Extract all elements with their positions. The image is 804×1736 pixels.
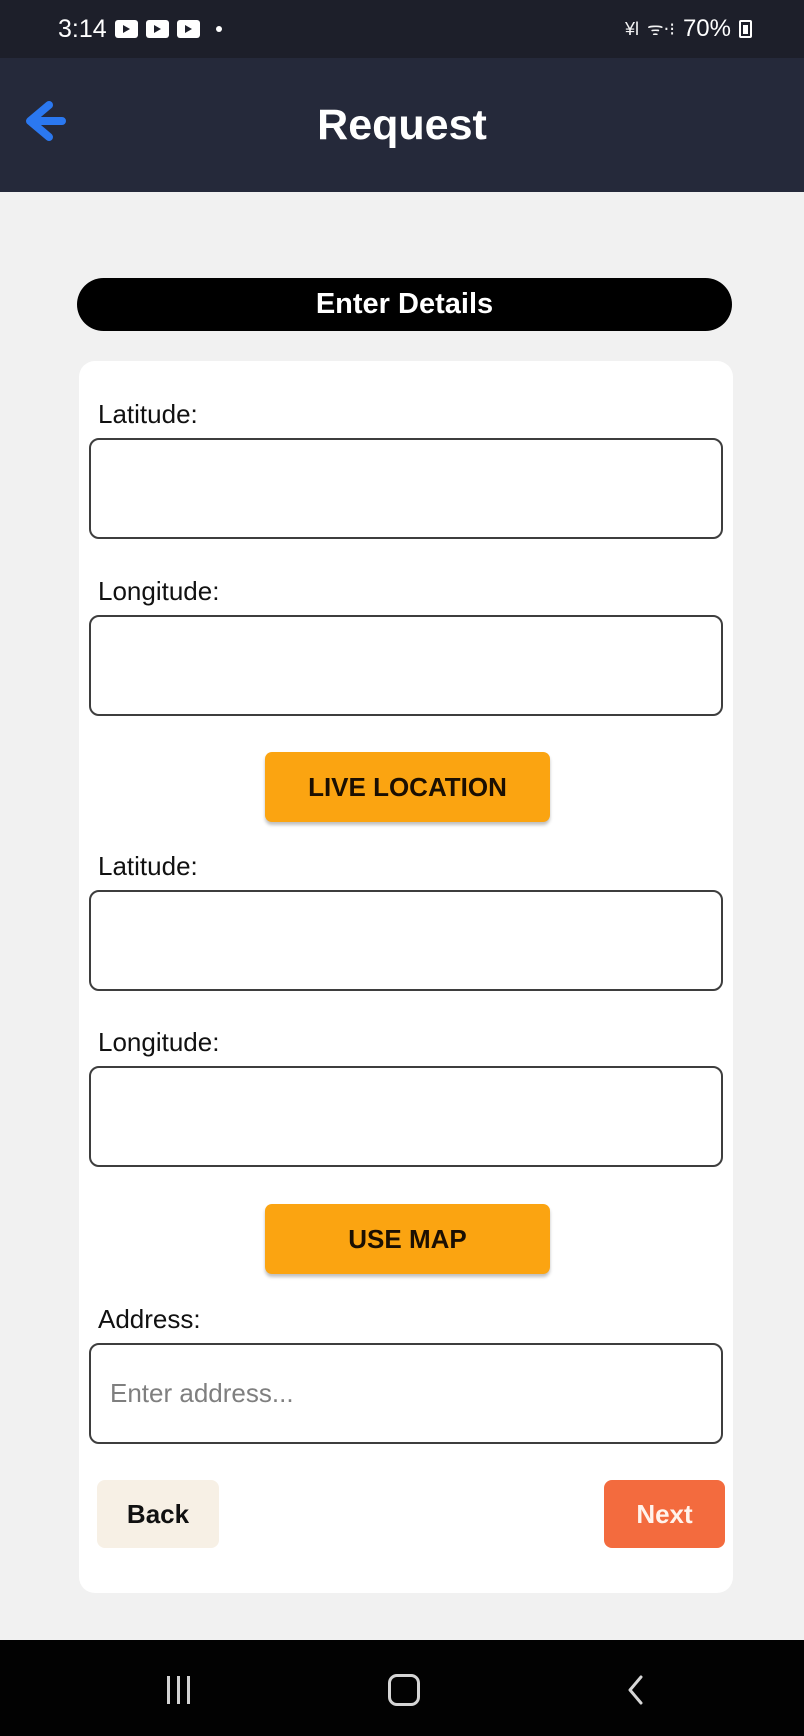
live-location-button[interactable]: LIVE LOCATION	[265, 752, 550, 822]
battery-percentage: 70%	[682, 15, 731, 42]
address-label: Address:	[98, 1304, 201, 1334]
latitude-input[interactable]	[89, 438, 723, 539]
chevron-left-icon	[628, 1675, 643, 1705]
battery-icon	[739, 20, 752, 38]
longitude-input-2[interactable]	[89, 1066, 723, 1167]
address-input[interactable]	[89, 1343, 723, 1444]
status-time: 3:14	[58, 14, 107, 43]
back-arrow-button[interactable]	[22, 98, 68, 144]
recent-apps-icon	[166, 1676, 190, 1704]
status-left: 3:14	[58, 15, 222, 44]
use-map-button[interactable]: USE MAP	[265, 1204, 550, 1274]
enter-details-header: Enter Details	[77, 278, 732, 331]
page-title: Request	[317, 100, 487, 149]
longitude-input[interactable]	[89, 615, 723, 716]
latitude-label-2: Latitude:	[98, 851, 198, 881]
status-right: ¥l ᯤ⋅⁝ 70%	[625, 15, 752, 43]
recent-apps-button[interactable]	[138, 1658, 218, 1722]
main-content: Enter Details Latitude: Longitude: LIVE …	[0, 192, 804, 1640]
nav-back-button[interactable]	[595, 1658, 675, 1722]
longitude-label-2: Longitude:	[98, 1027, 220, 1057]
back-button[interactable]: Back	[97, 1480, 219, 1548]
longitude-label: Longitude:	[98, 576, 220, 606]
latitude-label: Latitude:	[98, 399, 198, 429]
mute-icon: ¥l	[625, 18, 640, 39]
system-navigation-bar	[0, 1640, 804, 1736]
network-icon: ᯤ⋅⁝	[647, 19, 675, 39]
next-button[interactable]: Next	[604, 1480, 725, 1548]
latitude-input-2[interactable]	[89, 890, 723, 991]
arrow-left-icon	[26, 101, 66, 141]
app-bar: Request	[0, 58, 804, 192]
home-button[interactable]	[364, 1658, 444, 1722]
details-card: Latitude: Longitude: LIVE LOCATION Latit…	[79, 361, 733, 1593]
gallery-icon	[145, 20, 169, 38]
home-icon	[388, 1674, 420, 1706]
notification-dot-icon	[215, 26, 222, 32]
status-bar: 3:14 ¥l ᯤ⋅⁝ 70%	[0, 0, 804, 58]
youtube-icon	[176, 20, 200, 38]
media-icon	[114, 20, 138, 38]
